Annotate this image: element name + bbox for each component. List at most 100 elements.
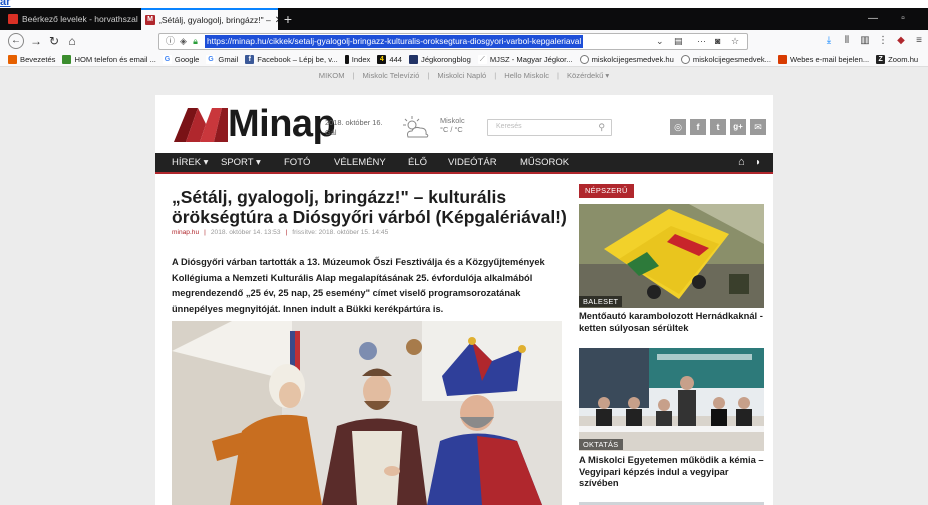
index-icon [344,54,349,64]
444-icon: 4 [377,54,387,64]
nav-musorok[interactable]: MŰSOROK [520,153,569,172]
site-logo-text[interactable]: Minap [228,103,336,146]
bookmark-item[interactable]: HOM telefon és email ... [62,54,156,64]
card-category: BALESET [579,296,623,307]
bookmark-item[interactable]: Z Zoom.hu [876,54,918,64]
facebook-icon[interactable]: f [690,119,706,135]
bookmark-item[interactable]: Webes e-mail bejelen... [777,54,869,64]
sidebar-icon[interactable]: ▥ [858,33,872,49]
addon-icon[interactable]: ◆ [894,33,908,49]
globe-icon [680,54,690,64]
search-box[interactable]: Keresés ⚲ [487,119,612,136]
nav-videotar[interactable]: VIDEÓTÁR [448,153,497,172]
bookmark-item[interactable]: Jégkorongblog [409,54,471,64]
nav-elo[interactable]: ÉLŐ [408,153,427,172]
back-button[interactable]: ← [8,33,24,49]
nav-foto[interactable]: FOTÓ [284,153,310,172]
googleplus-icon[interactable]: g+ [730,119,746,135]
facebook-icon: f [245,54,255,64]
more-icon[interactable]: ··· [697,35,706,48]
top-link-mikom[interactable]: MIKOM [319,71,345,85]
extensions-icon[interactable]: ⋮ [876,33,890,49]
minap-logo-icon[interactable] [172,104,230,144]
nav-velemeny[interactable]: VÉLEMÉNY [334,153,386,172]
card-title-baleset[interactable]: Mentőautó karambolozott Hernádkaknál - k… [579,310,769,333]
home-button[interactable]: ⌂ [64,33,80,49]
search-input[interactable]: Keresés [496,123,522,130]
bookmark-item[interactable]: ⟋ MJSZ - Magyar Jégkor... [477,54,573,64]
mjsz-icon: ⟋ [477,54,487,64]
url-bar[interactable]: ⓘ ◈ 🔒︎ https://minap.hu/cikkek/setalj-gy… [158,33,748,50]
bookmark-item[interactable]: 4 444 [377,54,402,64]
dropdown-icon[interactable]: ⌄ [656,35,664,48]
rss-icon[interactable]: ◗ [755,153,761,172]
download-icon[interactable]: ⤓ [822,33,836,49]
pocket-icon[interactable]: ◙ [715,35,720,48]
top-link-tv[interactable]: Miskolc Televízió [363,71,420,85]
forward-button[interactable]: → [28,33,44,49]
top-link-kozerdeku[interactable]: Közérdekű ▾ [567,71,609,85]
bookmark-item[interactable]: miskolcijegesmedvek... [680,54,771,64]
google-icon: G [162,54,172,64]
top-link-hello[interactable]: Hello Miskolc [504,71,549,85]
gmail-icon [8,14,18,24]
article-source[interactable]: minap.hu [172,229,199,236]
card-title-oktatas[interactable]: A Miskolci Egyetemen működik a kémia – V… [579,454,769,489]
bookmark-item[interactable]: G Google [162,54,199,64]
bookmark-item[interactable]: Index [344,54,370,64]
search-icon[interactable]: ⚲ [598,122,605,133]
article-lead: A Diósgyőri várban tartották a 13. Múzeu… [172,257,545,314]
card-image-baleset[interactable] [579,204,764,308]
bookmarks-bar: Bevezetés HOM telefon és email ... G Goog… [0,52,928,67]
menu-icon[interactable]: ≡ [912,33,926,49]
url-text[interactable]: https://minap.hu/cikkek/setalj-gyalogolj… [205,35,584,48]
nav-hirek[interactable]: HÍREK ▾ [172,153,208,172]
shield-icon[interactable]: ◈ [178,36,189,47]
nameday: Gál [325,128,337,137]
current-date: 2018. október 16. [325,118,383,127]
email-icon[interactable]: ✉ [750,119,766,135]
minap-favicon-icon: M [145,15,155,25]
bookmark-item[interactable]: f Facebook – Lépj be, v... [245,54,338,64]
tab-gmail[interactable]: Beérkező levelek - horvathszal ✕ [4,8,138,30]
star-icon[interactable]: ☆ [731,35,739,48]
mail-icon [777,54,787,64]
top-link[interactable]: ar [0,0,10,8]
article-meta: minap.hu | 2018. október 14. 13:53 | frissít… [172,229,389,236]
card-category: OKTATÁS [579,439,623,450]
bookmark-item[interactable]: G Gmail [206,54,238,64]
top-strip [0,0,928,8]
reader-icon[interactable]: ▤ [674,35,683,48]
weather-icon [403,116,429,138]
google-icon: G [206,54,216,64]
tab-minap[interactable]: M „Sétálj, gyalogolj, bringázz!" – ✕ [141,8,278,30]
reload-button[interactable]: ↻ [46,33,62,49]
firefox-icon [8,54,17,64]
nav-sport[interactable]: SPORT ▾ [221,153,261,172]
article-updated: frissítve: 2018. október 15. 14:45 [292,229,389,236]
card-image-oktatas[interactable] [579,348,764,451]
bookmark-item[interactable]: miskolcijegesmedvek.hu [579,54,674,64]
main-nav: HÍREK ▾ SPORT ▾ FOTÓ VÉLEMÉNY ÉLŐ VIDEÓT… [155,153,773,174]
hom-icon [62,54,72,64]
library-icon[interactable]: ⫴ [840,33,854,49]
twitter-icon[interactable]: t [710,119,726,135]
tab-bar: Beérkező levelek - horvathszal ✕ M „Sétá… [0,8,928,30]
globe-icon [579,54,589,64]
instagram-icon[interactable]: ◎ [670,119,686,135]
weather-block: Miskolc °C / °C [440,116,465,134]
home-icon[interactable]: ⌂ [738,153,745,172]
tab-title: Beérkező levelek - horvathszal [22,14,138,24]
top-link-naplo[interactable]: Miskolci Napló [437,71,486,85]
blog-icon [409,54,419,64]
minimize-button[interactable]: — [858,8,888,30]
article-photo[interactable] [172,321,562,505]
weather-city: Miskolc [440,116,465,125]
tab-title: „Sétálj, gyalogolj, bringázz!" – [159,15,271,25]
close-icon[interactable]: ✕ [271,15,278,26]
maximize-button[interactable]: ▫ [888,8,918,30]
date-block: 2018. október 16. Gál [325,118,383,138]
info-icon[interactable]: ⓘ [165,36,176,47]
bookmark-item[interactable]: Bevezetés [8,54,55,64]
new-tab-button[interactable]: + [280,8,296,30]
